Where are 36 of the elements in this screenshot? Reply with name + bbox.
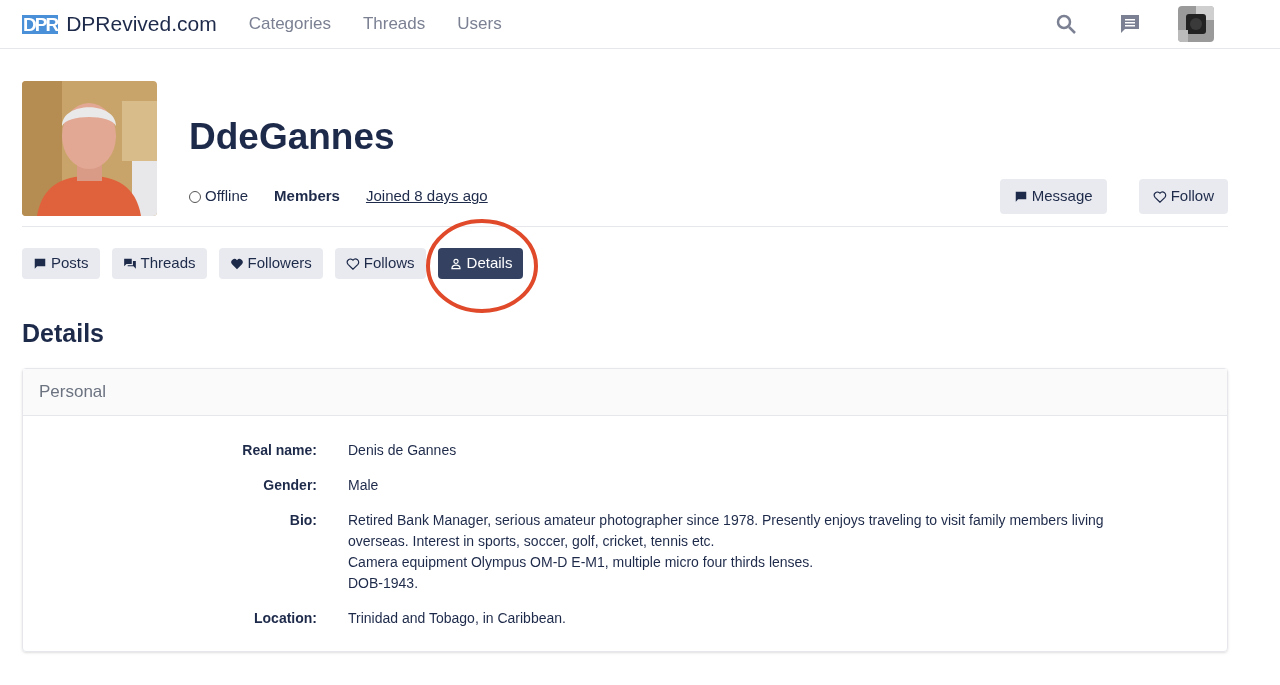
- profile-tab[interactable]: Followers: [218, 248, 323, 279]
- nav-link[interactable]: Categories: [248, 11, 331, 37]
- field-label: Gender:: [262, 476, 317, 495]
- search-icon[interactable]: [1054, 12, 1078, 36]
- heart-icon: [345, 256, 360, 271]
- profile-tab[interactable]: Details: [437, 248, 524, 279]
- site-name[interactable]: DPRevived.com: [66, 8, 217, 40]
- nav-link[interactable]: Users: [457, 11, 502, 37]
- heart-icon: [229, 256, 244, 271]
- field-label: Real name:: [241, 441, 317, 460]
- joined-link[interactable]: Joined 8 days ago: [365, 185, 488, 208]
- profile-tab[interactable]: Follows: [334, 248, 426, 279]
- field-value: Trinidad and Tobago, in Caribbean.: [348, 609, 567, 628]
- follow-button[interactable]: Follow: [1138, 179, 1228, 214]
- user-group: Members: [274, 185, 340, 208]
- message-icon: [33, 256, 47, 271]
- field-value: Denis de Gannes: [348, 441, 458, 460]
- profile-tab[interactable]: Posts: [22, 248, 100, 279]
- card-title: Personal: [39, 381, 107, 404]
- field-value: Retired Bank Manager, serious amateur photographer since 1978. Presently enjoys traveling to visit family members living overseas. Interest in sports, soccer, golf, cricket, tennis etc.: [348, 511, 1105, 551]
- message-icon: [1013, 189, 1028, 204]
- profile-tab[interactable]: Threads: [111, 248, 207, 279]
- chat-icon: [122, 256, 137, 271]
- field-label: Bio:: [288, 511, 317, 530]
- person-icon: [448, 256, 463, 271]
- field-value: DOB-1943.: [348, 574, 420, 593]
- nav-link[interactable]: Threads: [362, 11, 426, 37]
- heart-icon: [1152, 189, 1167, 204]
- status-text: Offline: [205, 186, 249, 207]
- message-button[interactable]: Message: [999, 179, 1107, 214]
- field-label: Location:: [253, 609, 317, 628]
- section-title: Details: [22, 321, 105, 346]
- username: DdeGannes: [189, 118, 395, 155]
- chat-icon[interactable]: [1118, 12, 1142, 36]
- field-value: Male: [348, 476, 380, 495]
- field-value: Camera equipment Olympus OM-D E-M1, multiple micro four thirds lenses.: [348, 553, 815, 572]
